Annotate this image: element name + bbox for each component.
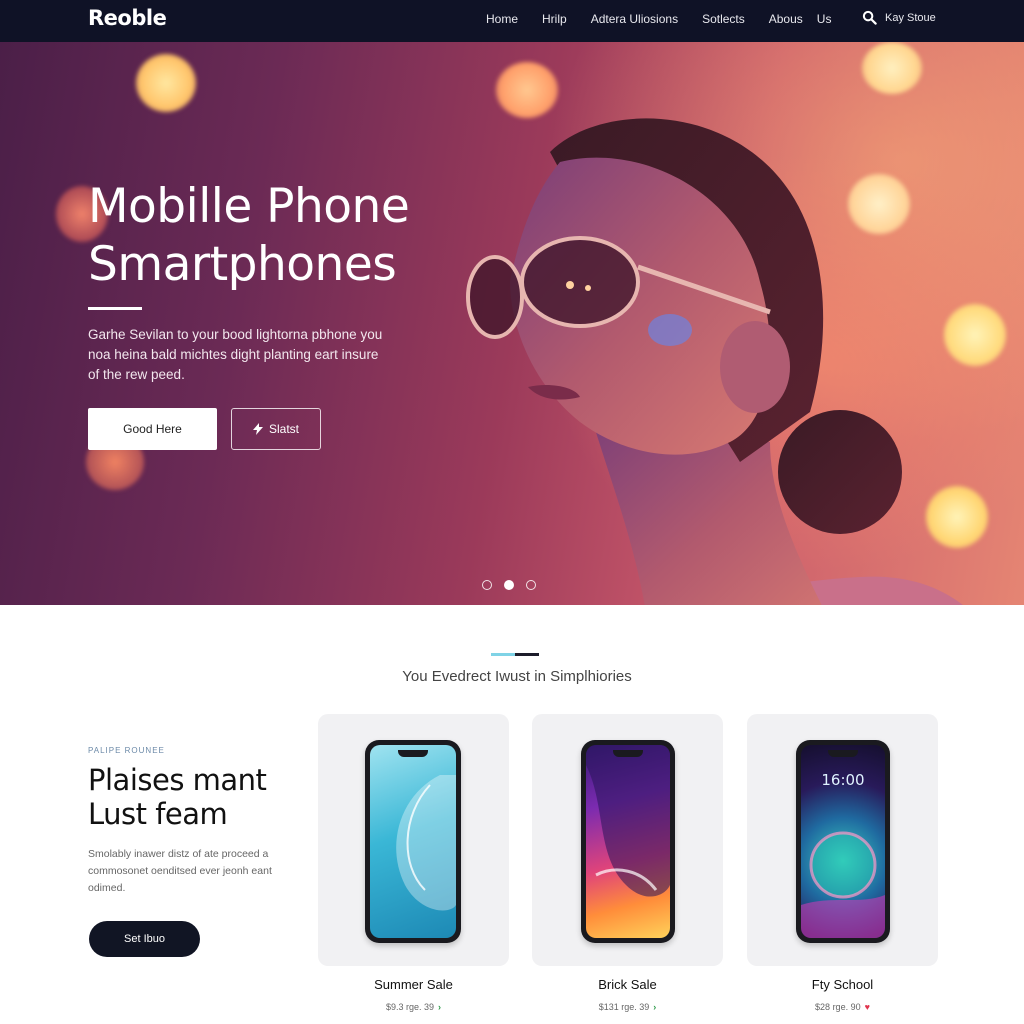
hero-title: Mobille Phone Smartphones — [88, 178, 410, 294]
promo-title: Plaises mant Lust feam — [88, 763, 267, 831]
hero-title-line2: Smartphones — [88, 237, 397, 292]
product-price: $131 rge. 39 › — [532, 1002, 723, 1012]
phone-image: 16:00 — [796, 740, 890, 943]
promo-kicker: PALIPE ROUNEE — [88, 746, 165, 755]
brand-logo[interactable]: Reoble — [88, 6, 167, 30]
nav-links: Home Hrilp Adtera Uliosions Sotlects Abo… — [486, 12, 855, 26]
arrow-right-icon[interactable]: › — [653, 1002, 656, 1012]
phone-image — [581, 740, 675, 943]
hero-portrait-image — [466, 118, 963, 605]
arrow-right-icon[interactable]: › — [438, 1002, 441, 1012]
search-icon — [862, 10, 877, 25]
promo-description: Smolably inawer distz of ate proceed a c… — [88, 848, 272, 894]
product-price-text: $131 rge. 39 — [598, 1002, 650, 1012]
promo-button[interactable]: Set Ibuo — [89, 921, 200, 957]
product-price: $9.3 rge. 39 › — [318, 1002, 509, 1012]
product-name[interactable]: Summer Sale — [318, 977, 509, 992]
hero-banner: Mobille Phone Smartphones Garhe Sevilan … — [0, 42, 1024, 605]
nav-search[interactable]: Kay Stoue — [862, 10, 936, 25]
product-name[interactable]: Fty School — [747, 977, 938, 992]
product-card-brick-sale[interactable] — [532, 714, 723, 966]
carousel-dot-1[interactable] — [482, 580, 492, 590]
search-label: Kay Stoue — [885, 11, 936, 24]
hero-secondary-label: Slatst — [268, 422, 299, 436]
heart-icon[interactable]: ♥ — [865, 1002, 870, 1012]
nav-link-about[interactable]: Abous — [769, 12, 803, 26]
nav-link-selects[interactable]: Sotlects — [702, 12, 745, 26]
section-heading: You Evedrect Iwust in Simplhiories — [402, 668, 632, 685]
product-card-summer-sale[interactable] — [318, 714, 509, 966]
nav-link-applications[interactable]: Adtera Uliosions — [591, 12, 678, 26]
product-price-text: $9.3 rge. 39 — [385, 1002, 435, 1012]
carousel-dot-2[interactable] — [504, 580, 514, 590]
hero-description: Garhe Sevilan to your bood lightorna pbh… — [88, 327, 383, 382]
promo-title-line1: Plaises mant — [88, 763, 267, 797]
hero-divider — [88, 307, 142, 310]
product-name[interactable]: Brick Sale — [532, 977, 723, 992]
hero-title-line1: Mobille Phone — [88, 179, 410, 234]
hero-secondary-button[interactable]: Slatst — [231, 408, 321, 450]
promo-title-line2: Lust feam — [88, 797, 228, 831]
section-accent-bar — [491, 653, 539, 656]
nav-link-home[interactable]: Home — [486, 12, 518, 26]
carousel-dot-3[interactable] — [526, 580, 536, 590]
nav-link-us[interactable]: Us — [817, 12, 832, 26]
phone-image — [365, 740, 461, 943]
nav-link-help[interactable]: Hrilp — [542, 12, 567, 26]
product-card-fty-school[interactable]: 16:00 — [747, 714, 938, 966]
hero-primary-button[interactable]: Good Here — [88, 408, 217, 450]
product-price-text: $28 rge. 90 — [815, 1002, 861, 1012]
top-navbar: Reoble Home Hrilp Adtera Uliosions Sotle… — [0, 0, 1024, 42]
carousel-dots — [482, 580, 536, 590]
product-price: $28 rge. 90 ♥ — [747, 1002, 938, 1012]
bolt-icon — [252, 423, 263, 435]
bokeh-light — [136, 54, 196, 112]
